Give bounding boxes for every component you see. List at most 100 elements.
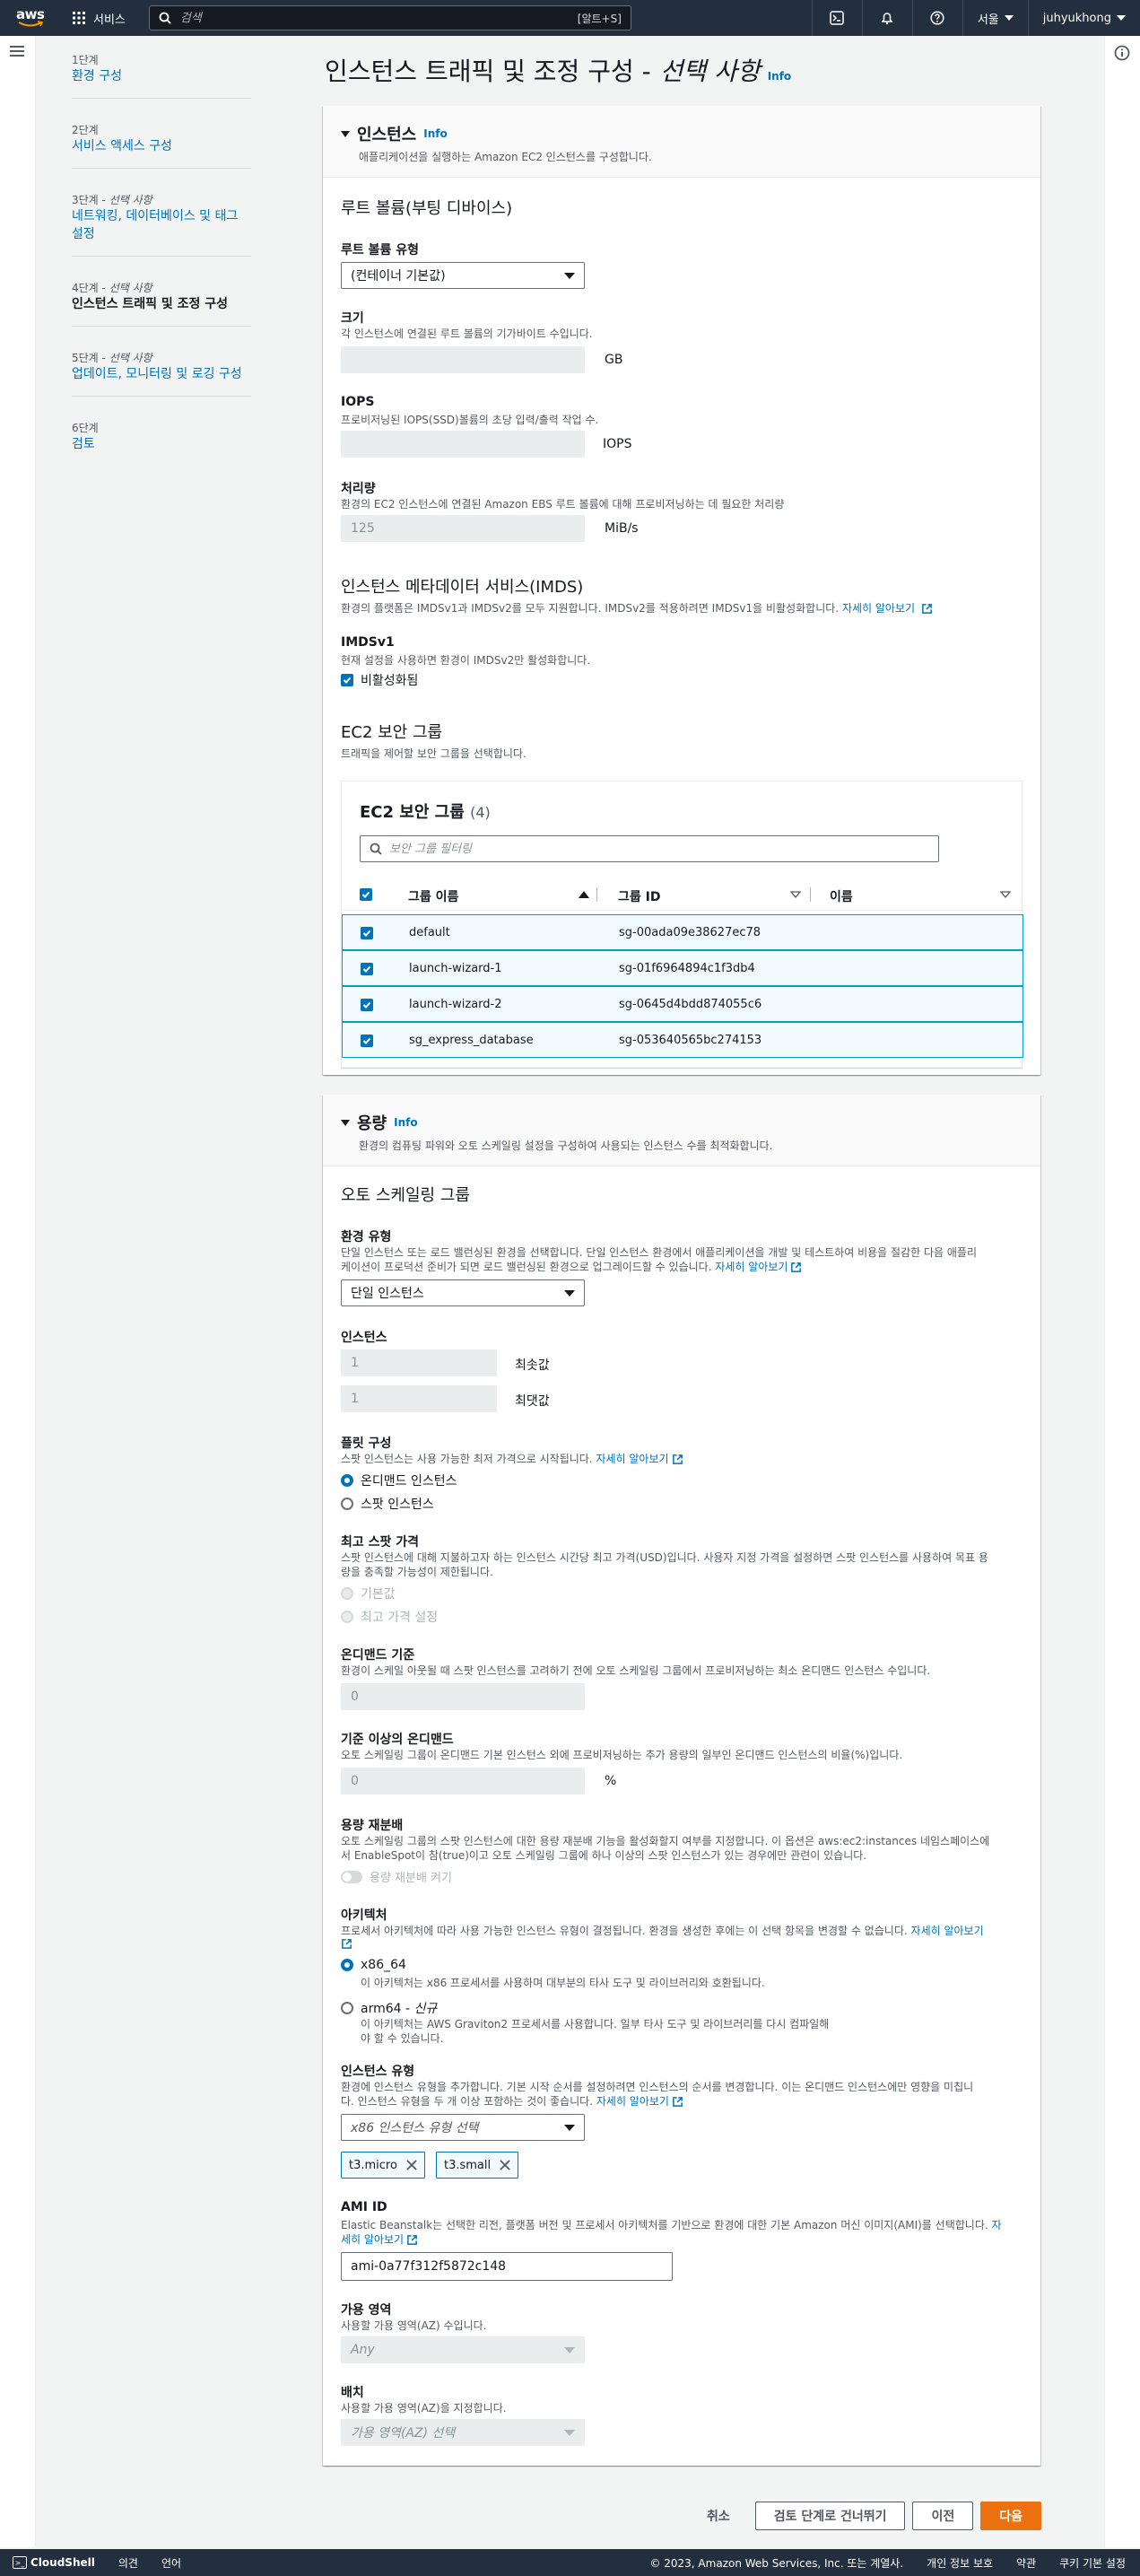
wizard-step-link[interactable]: 검토 [72,435,251,453]
imdsv1-checkbox[interactable] [341,674,353,686]
step-optional: 선택 사항 [109,352,152,364]
sort-icon[interactable] [1000,891,1011,898]
env-type-learn-more-link[interactable]: 자세히 알아보기 [715,1261,788,1273]
row-checkbox[interactable] [361,998,373,1011]
arch-learn-more-link[interactable]: 자세히 알아보기 [911,1925,984,1937]
terms-link[interactable]: 약관 [1016,2555,1036,2571]
capacity-description: 환경의 컴퓨팅 파워와 오토 스케일링 설정을 구성하여 사용되는 인스턴스 수… [359,1140,773,1152]
row-checkbox[interactable] [361,926,373,939]
collapse-caret-icon[interactable] [341,1119,350,1126]
ami-learn-more-link-part1[interactable]: 자 [992,2219,1002,2231]
fleet-spot-radio[interactable]: 스팟 인스턴스 [341,1495,434,1513]
max-instances-input[interactable]: 1 [341,1385,497,1412]
az-hint: 사용할 가용 영역(AZ) 수입니다. [341,2319,487,2332]
search-icon [159,12,171,24]
iops-input[interactable] [341,431,585,458]
open-side-nav-button[interactable] [9,45,25,57]
od-above-input[interactable]: 0 [341,1768,585,1794]
caret-down-icon [564,1289,575,1297]
imds-learn-more-link[interactable]: 자세히 알아보기 [842,602,915,615]
radio-disabled[interactable] [341,1587,353,1600]
footer: >_ CloudShell 의견 언어 © 2023, Amazon Web Se… [0,2549,1140,2576]
next-button[interactable]: 다음 [980,2502,1041,2530]
arch-x86-radio[interactable]: x86_64 [341,1958,406,1972]
wizard-step-link[interactable]: 서비스 액세스 구성 [72,137,251,155]
radio-selected[interactable] [341,1959,353,1971]
open-help-panel-button[interactable] [1114,45,1130,61]
notifications-button[interactable] [861,0,912,36]
previous-button[interactable]: 이전 [912,2502,974,2530]
user-menu[interactable]: juhyukhong [1027,0,1140,36]
col-group-name[interactable]: 그룹 이름 [408,887,458,905]
placement-select[interactable]: 가용 영역(AZ) 선택 [341,2419,585,2446]
cookie-preferences-link[interactable]: 쿠키 기본 설정 [1059,2555,1126,2571]
radio-disabled[interactable] [341,1611,353,1623]
privacy-link[interactable]: 개인 정보 보호 [927,2555,993,2571]
itype-token: t3.micro [341,2152,425,2179]
arch-arm-radio[interactable]: arm64 - 신규 [341,1999,437,2017]
fleet-on-demand-radio[interactable]: 온디맨드 인스턴스 [341,1471,457,1489]
sg-filter-input[interactable] [389,842,929,856]
region-menu[interactable]: 서울 [962,0,1028,36]
sort-icon[interactable] [790,891,801,898]
radio-selected[interactable] [341,1474,353,1487]
row-checkbox[interactable] [361,962,373,975]
sort-ascending-icon[interactable] [579,891,589,898]
radio[interactable] [341,1498,353,1510]
close-icon[interactable] [406,2160,417,2170]
size-input[interactable] [341,346,585,373]
cancel-button[interactable]: 취소 [689,2507,748,2525]
imdsv1-checkbox-row[interactable]: 비활성화됨 [341,671,418,689]
close-icon[interactable] [500,2160,510,2170]
itype-select[interactable]: x86 인스턴스 유형 선택 [341,2114,585,2141]
row-checkbox[interactable] [361,1034,373,1047]
capacity-container: 용량 Info 환경의 컴퓨팅 파워와 오토 스케일링 설정을 구성하여 사용되… [323,1095,1040,2466]
search-input[interactable] [179,11,578,25]
rebalance-toggle-row[interactable]: 용량 재분배 켜기 [341,1868,452,1885]
max-spot-default-radio[interactable]: 기본값 [341,1585,396,1602]
collapse-caret-icon[interactable] [341,130,350,137]
table-row[interactable]: launch-wizard-2 sg-0645d4bdd874055c6 [342,986,1023,1022]
search-bar[interactable]: [알트+S] [148,5,631,31]
terminal-icon: >_ [13,2556,27,2570]
wizard-step-link[interactable]: 업데이트, 모니터링 및 로깅 구성 [72,365,251,383]
throughput-input[interactable]: 125 [341,515,585,542]
rebalance-toggle[interactable] [341,1870,362,1883]
instances-info-link[interactable]: Info [423,127,447,140]
cloudshell-footer-button[interactable]: >_ CloudShell [13,2556,95,2570]
aws-logo[interactable]: aws [16,7,45,29]
table-row[interactable]: default sg-00ada09e38627ec78 [342,914,1023,950]
max-spot-custom-radio[interactable]: 최고 가격 설정 [341,1608,438,1626]
page-info-link[interactable]: Info [768,70,791,83]
column-divider [810,887,811,902]
table-row[interactable]: sg_express_database sg-053640565bc274153 [342,1022,1023,1058]
page-title-optional: 선택 사항 [659,57,761,86]
help-button[interactable] [911,0,962,36]
services-menu-button[interactable]: 서비스 [72,10,126,27]
skip-to-review-button[interactable]: 검토 단계로 건너뛰기 [754,2502,906,2530]
wizard-step-link[interactable]: 환경 구성 [72,67,251,85]
col-group-id[interactable]: 그룹 ID [618,887,660,905]
capacity-info-link[interactable]: Info [394,1116,417,1129]
ami-learn-more-link[interactable]: 세히 알아보기 [341,2233,404,2246]
feedback-link[interactable]: 의견 [118,2555,138,2571]
od-base-input[interactable]: 0 [341,1683,585,1710]
fleet-learn-more-link[interactable]: 자세히 알아보기 [596,1453,668,1465]
sg-filter[interactable] [360,835,939,862]
ami-input[interactable]: ami-0a77f312f5872c148 [341,2252,673,2281]
min-instances-input[interactable]: 1 [341,1349,497,1376]
env-type-value: 단일 인스턴스 [351,1287,424,1301]
cloudshell-button[interactable] [811,0,862,36]
od-above-hint: 오토 스케일링 그룹이 온디맨드 기본 인스턴스 외에 프로비저닝하는 추가 용… [341,1749,903,1761]
select-all-checkbox[interactable] [360,887,372,901]
wizard-step-link[interactable]: 네트워킹, 데이터베이스 및 태그 설정 [72,207,251,243]
language-link[interactable]: 언어 [161,2555,181,2571]
env-type-select[interactable]: 단일 인스턴스 [341,1279,585,1306]
root-volume-type-select[interactable]: (컨테이너 기본값) [341,262,585,289]
itype-learn-more-link[interactable]: 자세히 알아보기 [596,2095,669,2108]
az-select[interactable]: Any [341,2336,585,2363]
col-name[interactable]: 이름 [830,887,853,905]
region-label: 서울 [977,13,999,27]
radio[interactable] [341,2002,353,2014]
table-row[interactable]: launch-wizard-1 sg-01f6964894c1f3db4 [342,950,1023,986]
